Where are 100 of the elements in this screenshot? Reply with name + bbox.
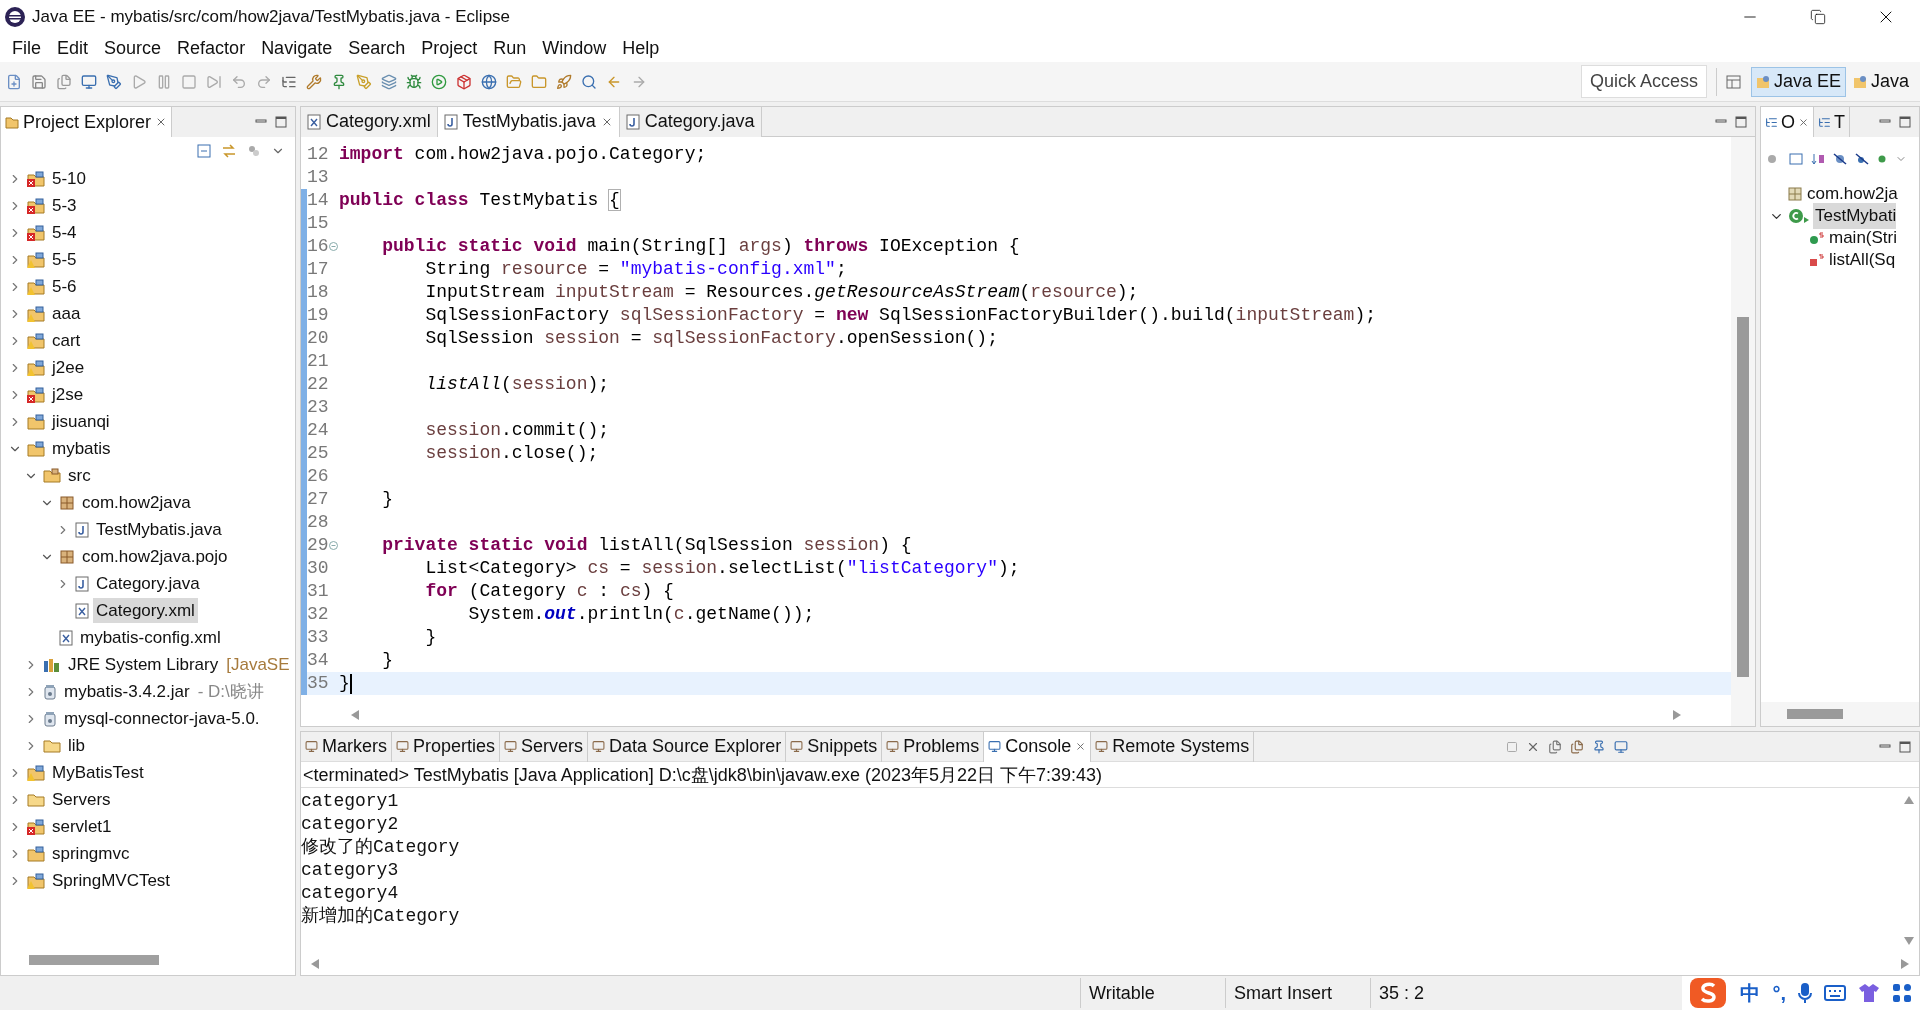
pin-icon[interactable] [1591, 739, 1606, 754]
search-icon[interactable] [581, 73, 597, 90]
hide-fields-icon[interactable] [1833, 153, 1847, 165]
bug-icon[interactable] [406, 73, 422, 90]
filter-icon[interactable] [247, 144, 261, 158]
view-tab[interactable]: Data Source Explorer [588, 731, 787, 762]
view-tab[interactable]: Servers [500, 731, 589, 762]
scroll-right-icon[interactable] [1673, 710, 1681, 720]
step-over-icon[interactable] [256, 73, 272, 90]
scrollbar-thumb[interactable] [1737, 317, 1749, 677]
step-back-icon[interactable] [231, 73, 247, 90]
scrollbar-thumb[interactable] [1787, 709, 1843, 719]
tree-item[interactable]: SpringMVCTest [49, 867, 174, 894]
collapse-all-icon[interactable] [197, 144, 211, 158]
fold-minus-icon[interactable] [329, 242, 338, 251]
menu-item[interactable]: Source [96, 34, 170, 62]
scroll-left-icon[interactable] [311, 959, 319, 969]
menu-item[interactable]: Help [614, 34, 668, 62]
tree-item[interactable]: Category.java [93, 570, 203, 597]
tree-item[interactable]: 5-5 [49, 246, 80, 273]
rocket-icon[interactable] [556, 73, 572, 90]
open-folder-icon[interactable] [506, 73, 522, 90]
view-tab[interactable]: Markers [301, 731, 392, 762]
tree-item[interactable]: cart [49, 327, 84, 354]
open-perspective-icon[interactable] [1725, 73, 1742, 90]
tree-item[interactable]: mybatis [49, 435, 114, 462]
menu-item[interactable]: File [4, 34, 49, 62]
scroll-left-icon[interactable] [351, 710, 359, 720]
tree-item[interactable]: 5-6 [49, 273, 80, 300]
menu-item[interactable]: Navigate [253, 34, 341, 62]
editor-tab[interactable]: Category.xml [301, 106, 438, 137]
panel-tab[interactable]: Project Explorer [1, 107, 173, 137]
wrench-icon[interactable] [306, 73, 322, 90]
tree-item[interactable]: com.how2java [79, 489, 194, 516]
menu-item[interactable]: Search [340, 34, 414, 62]
pin-icon[interactable] [331, 73, 347, 90]
shirt-icon[interactable] [1858, 983, 1880, 1003]
editor-tab[interactable]: TestMybatis.java [437, 106, 620, 137]
tree-item[interactable]: TestMybatis.java [93, 516, 225, 543]
clear-console-icon[interactable] [1569, 739, 1584, 754]
fold-minus-icon[interactable] [329, 541, 338, 550]
panel-tab[interactable]: O [1761, 107, 1814, 137]
tree-item[interactable]: MyBatisTest [49, 759, 147, 786]
restore-icon[interactable] [1810, 9, 1826, 25]
tree-item[interactable]: j2se [49, 381, 87, 408]
tree-item[interactable]: 5-4 [49, 219, 80, 246]
tree-item[interactable]: aaa [49, 300, 84, 327]
perspective-button[interactable]: Java EE [1750, 66, 1846, 97]
sort-icon[interactable] [1811, 153, 1825, 165]
maximize-icon[interactable] [1899, 740, 1911, 753]
scrollbar-thumb[interactable] [29, 955, 159, 965]
ime-logo-icon[interactable] [1688, 976, 1729, 1010]
link-icon[interactable] [221, 144, 237, 158]
menu-item[interactable]: Run [485, 34, 535, 62]
folder-icon[interactable] [531, 73, 547, 90]
microphone-icon[interactable] [1798, 982, 1812, 1004]
tree-item[interactable]: mysql-connector-java-5.0. [61, 705, 263, 732]
maximize-icon[interactable] [275, 116, 287, 128]
menu-item[interactable]: Edit [49, 34, 97, 62]
tree-item[interactable]: Servers [49, 786, 114, 813]
scroll-up-icon[interactable] [1904, 796, 1914, 804]
ime-indicator[interactable]: °, [1772, 978, 1786, 1008]
editor-tab[interactable]: Category.java [619, 106, 762, 137]
maximize-icon[interactable] [1735, 115, 1747, 128]
run-icon[interactable] [431, 73, 447, 90]
remove-all-icon[interactable] [1547, 739, 1562, 754]
new-file-icon[interactable] [6, 73, 22, 90]
menu-item[interactable]: Refactor [169, 34, 254, 62]
outline-item[interactable]: TestMybati [1813, 203, 1897, 229]
view-tab[interactable]: Console [984, 731, 1092, 762]
tree-item[interactable]: servlet1 [49, 813, 115, 840]
keyboard-icon[interactable] [1824, 985, 1846, 1001]
pause-icon[interactable] [156, 73, 172, 90]
tree-item[interactable]: Category.xml [93, 597, 198, 624]
ime-indicator[interactable]: 中 [1740, 978, 1761, 1008]
play-icon[interactable] [131, 73, 147, 90]
perspective-button[interactable]: Java [1847, 66, 1914, 97]
scroll-right-icon[interactable] [1901, 959, 1909, 969]
grid-icon[interactable] [1892, 983, 1912, 1003]
view-tab[interactable]: Properties [392, 731, 501, 762]
tree-item[interactable]: com.how2java.pojo [79, 543, 231, 570]
save-all-icon[interactable] [56, 73, 72, 90]
scroll-down-icon[interactable] [1904, 937, 1914, 945]
panel-tab[interactable]: T [1814, 107, 1850, 137]
globe-icon[interactable] [481, 73, 497, 90]
display-console-icon[interactable] [1613, 739, 1628, 754]
view-tab[interactable]: Snippets [786, 731, 883, 762]
tree-item[interactable]: mybatis-config.xml [77, 624, 224, 651]
highlight-icon[interactable] [356, 73, 372, 90]
tree-item[interactable]: 5-10 [49, 165, 90, 192]
package-icon[interactable] [456, 73, 472, 90]
tree-item[interactable]: jisuanqi [49, 408, 113, 435]
menu-item[interactable]: Project [413, 34, 486, 62]
tree-item[interactable]: lib [65, 732, 88, 759]
quick-access-field[interactable]: Quick Access [1580, 65, 1707, 98]
save-icon[interactable] [31, 73, 47, 90]
tree-item[interactable]: mybatis-3.4.2.jar [61, 678, 193, 705]
tree-item[interactable]: springmvc [49, 840, 133, 867]
dot-icon[interactable] [1877, 153, 1887, 165]
maximize-icon[interactable] [1899, 116, 1911, 128]
